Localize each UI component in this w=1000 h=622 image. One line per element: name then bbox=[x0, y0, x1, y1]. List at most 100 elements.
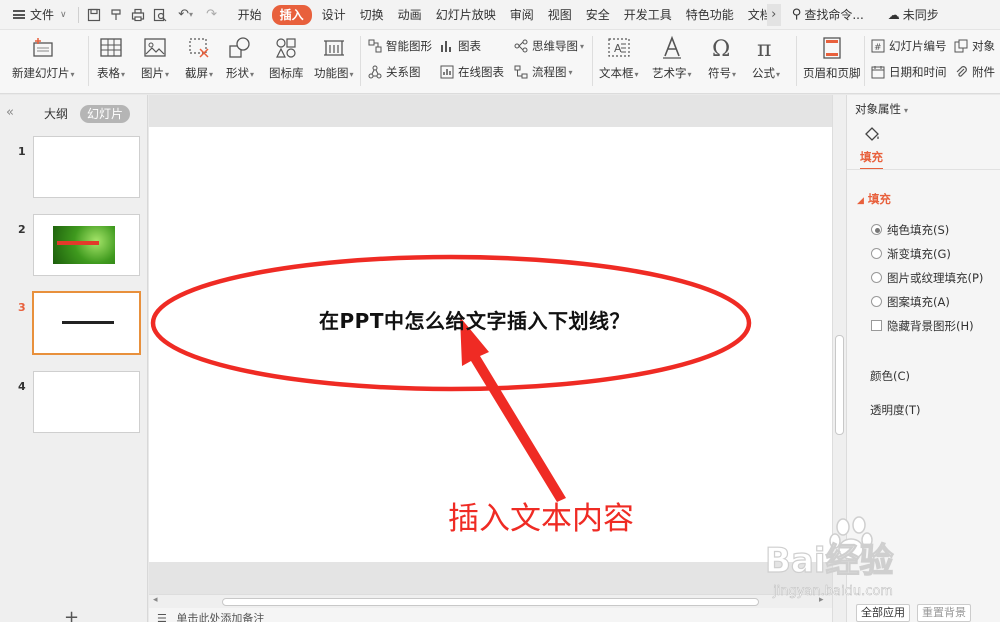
formula-button[interactable]: π 公式▾ bbox=[752, 35, 780, 81]
solid-fill-option[interactable]: 纯色填充(S) bbox=[871, 222, 949, 238]
pattern-fill-option[interactable]: 图案填充(A) bbox=[871, 294, 950, 310]
table-icon bbox=[100, 38, 122, 57]
slide-editor: 在PPT中怎么给文字插入下划线？ 插入文本内容 bbox=[149, 95, 832, 595]
tab-developer[interactable]: 开发工具 bbox=[617, 0, 679, 30]
sync-status[interactable]: ☁ 未同步 bbox=[881, 0, 946, 30]
hamburger-icon bbox=[13, 10, 25, 19]
hide-background-checkbox[interactable]: 隐藏背景图形(H) bbox=[871, 318, 974, 334]
horizontal-scroll-thumb[interactable] bbox=[222, 598, 759, 606]
icon-library-button[interactable]: 图标库 bbox=[269, 35, 304, 81]
screenshot-button[interactable]: 截屏▾ bbox=[185, 35, 213, 81]
apply-all-button[interactable]: 全部应用 bbox=[856, 604, 910, 622]
scroll-right-icon[interactable]: ▸ bbox=[819, 595, 824, 605]
slide-thumbnail-3[interactable] bbox=[32, 291, 141, 355]
tab-view[interactable]: 视图 bbox=[541, 0, 579, 30]
collapse-panel-icon[interactable]: « bbox=[6, 105, 14, 120]
calendar-icon bbox=[871, 66, 885, 79]
tab-insert[interactable]: 插入 bbox=[271, 4, 312, 25]
fill-section-header[interactable]: ◢ 填充 bbox=[857, 191, 891, 207]
color-label: 颜色(C) bbox=[870, 369, 911, 383]
save-icon[interactable] bbox=[83, 0, 105, 30]
slide-thumbnail-1[interactable] bbox=[33, 136, 140, 198]
online-chart-button[interactable]: 在线图表 bbox=[440, 64, 504, 80]
tab-security[interactable]: 安全 bbox=[579, 0, 617, 30]
green-image-thumbnail bbox=[53, 226, 115, 264]
radio-unselected bbox=[871, 248, 882, 259]
reset-background-button[interactable]: 重置背景 bbox=[917, 604, 971, 622]
fill-bucket-icon[interactable] bbox=[863, 125, 881, 143]
picture-fill-option[interactable]: 图片或纹理填充(P) bbox=[871, 270, 983, 286]
date-time-button[interactable]: 日期和时间 bbox=[871, 64, 947, 80]
vertical-scroll-thumb[interactable] bbox=[835, 335, 844, 435]
red-arrow bbox=[460, 317, 566, 502]
format-painter-icon[interactable] bbox=[105, 0, 127, 30]
table-button[interactable]: 表格▾ bbox=[97, 35, 125, 81]
chevron-down-icon: ∨ bbox=[60, 9, 67, 20]
print-icon[interactable] bbox=[127, 0, 149, 30]
annotation-text: 插入文本内容 bbox=[448, 501, 634, 537]
print-preview-icon[interactable] bbox=[149, 0, 171, 30]
tab-design[interactable]: 设计 bbox=[315, 0, 353, 30]
flowchart-icon bbox=[514, 65, 528, 79]
smart-graphic-button[interactable]: 智能图形 bbox=[368, 38, 432, 54]
file-menu[interactable]: 文件 ∨ bbox=[0, 0, 74, 30]
transparency-label: 透明度(T) bbox=[870, 403, 921, 417]
tab-slideshow[interactable]: 幻灯片放映 bbox=[429, 0, 503, 30]
slide-title[interactable]: 在PPT中怎么给文字插入下划线？ bbox=[319, 305, 630, 334]
object-button[interactable]: 对象 bbox=[954, 38, 995, 54]
notes-icon: ☰ bbox=[157, 612, 167, 622]
panel-header[interactable]: 对象属性 ▾ bbox=[855, 101, 908, 117]
horizontal-scrollbar[interactable]: ◂ ▸ bbox=[149, 594, 832, 608]
slide-thumbnail-4[interactable] bbox=[33, 371, 140, 433]
chevron-right-icon[interactable]: › bbox=[766, 3, 781, 26]
radio-unselected bbox=[871, 272, 882, 283]
symbol-button[interactable]: Ω 符号▾ bbox=[708, 35, 736, 81]
tab-review[interactable]: 审阅 bbox=[503, 0, 541, 30]
slide-canvas[interactable]: 在PPT中怎么给文字插入下划线？ 插入文本内容 bbox=[149, 127, 832, 562]
tab-fill[interactable]: 填充 bbox=[860, 149, 883, 170]
search-command[interactable]: ⚲ 查找命令... bbox=[785, 0, 871, 30]
tab-features[interactable]: 特色功能 bbox=[679, 0, 741, 30]
svg-text:Ω: Ω bbox=[712, 37, 730, 61]
thumbnail-title-line bbox=[62, 321, 114, 324]
chart-button[interactable]: 图表 bbox=[440, 38, 481, 54]
wordart-button[interactable]: 艺术字▾ bbox=[652, 35, 692, 81]
tab-slides[interactable]: 幻灯片 bbox=[80, 105, 131, 123]
scroll-left-icon[interactable]: ◂ bbox=[153, 595, 158, 605]
slide-number-button[interactable]: # 幻灯片编号 bbox=[871, 38, 947, 54]
function-chart-button[interactable]: 功能图▾ bbox=[314, 35, 354, 81]
slide-number-label: 1 bbox=[18, 145, 26, 158]
relation-chart-button[interactable]: 关系图 bbox=[368, 64, 421, 80]
object-icon bbox=[954, 39, 968, 53]
shapes-icon bbox=[229, 37, 250, 58]
picture-button[interactable]: 图片▾ bbox=[141, 35, 169, 81]
search-icon: ⚲ bbox=[791, 7, 802, 22]
redo-icon[interactable]: ↷ bbox=[201, 0, 223, 30]
notes-pane[interactable]: ☰ 单击此处添加备注 bbox=[149, 608, 832, 622]
chart-icon bbox=[441, 41, 451, 52]
gradient-fill-option[interactable]: 渐变填充(G) bbox=[871, 246, 951, 262]
slide-number-icon: # bbox=[871, 39, 885, 53]
tab-document[interactable]: 文档 bbox=[741, 0, 767, 30]
undo-icon[interactable]: ↶ ▾ bbox=[171, 0, 201, 30]
pi-icon: π bbox=[757, 37, 771, 61]
textbox-button[interactable]: A 文本框▾ bbox=[599, 35, 639, 81]
shapes-button[interactable]: 形状▾ bbox=[226, 35, 254, 81]
mind-map-button[interactable]: 思维导图 ▾ bbox=[514, 38, 584, 54]
attachment-button[interactable]: 附件 bbox=[954, 64, 995, 80]
vertical-scrollbar[interactable] bbox=[832, 95, 846, 622]
flowchart-button[interactable]: 流程图 ▾ bbox=[514, 64, 573, 80]
tab-transition[interactable]: 切换 bbox=[353, 0, 391, 30]
paperclip-icon bbox=[956, 66, 967, 77]
add-slide-icon[interactable]: + bbox=[64, 607, 79, 622]
slide-thumbnail-2[interactable] bbox=[33, 214, 140, 276]
menu-bar: 文件 ∨ ↶ ▾ ↷ 开始 插入 设计 切换 动画 幻灯片放映 审阅 视图 安全 … bbox=[0, 0, 1000, 30]
tab-home[interactable]: 开始 bbox=[231, 0, 269, 30]
tab-animation[interactable]: 动画 bbox=[391, 0, 429, 30]
new-slide-button[interactable]: 新建幻灯片▾ bbox=[12, 35, 75, 81]
header-footer-button[interactable]: 页眉和页脚 bbox=[803, 35, 861, 81]
omega-icon: Ω bbox=[712, 37, 730, 61]
new-slide-icon bbox=[33, 38, 53, 57]
function-chart-icon bbox=[323, 40, 344, 56]
tab-outline[interactable]: 大纲 bbox=[44, 105, 68, 123]
